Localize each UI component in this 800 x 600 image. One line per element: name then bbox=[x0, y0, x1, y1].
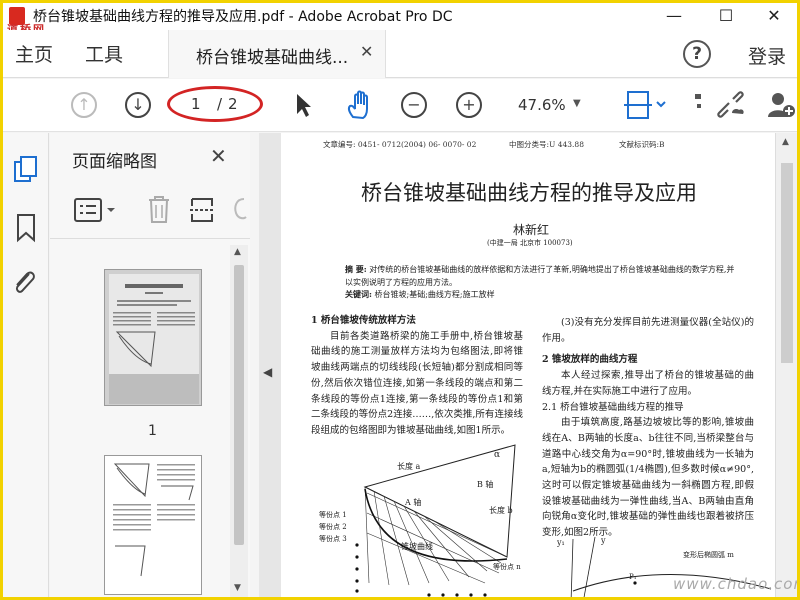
window-title: 桥台锥坡基础曲线方程的推导及应用.pdf - Adobe Acrobat Pro… bbox=[33, 9, 453, 25]
fig1-div-3: 等份点 3 bbox=[319, 534, 347, 543]
subsection-heading: 2.1 桥台锥坡基础曲线方程的推导 bbox=[542, 401, 684, 413]
page-thumbnail-2[interactable] bbox=[104, 455, 202, 595]
paragraph: 本人经过探索,推导出了桥台的锥坡基础的曲线方程,并在实际施工中进行了应用。 bbox=[542, 370, 754, 397]
thumbnail-scroll-thumb[interactable] bbox=[234, 265, 244, 545]
document-abstract: 摘 要: 对传统的桥台锥坡基础曲线的放样依据和方法进行了革新,明确地提出了桥台锥… bbox=[345, 263, 735, 289]
add-user-icon[interactable] bbox=[767, 91, 797, 119]
fig1-curve-label: 锥坡曲线 bbox=[401, 541, 433, 551]
right-column: (3)没有充分发挥目前先进测量仪器(全站仪)的作用。 2 锥坡放样的曲线方程 本… bbox=[542, 315, 754, 541]
section-heading: 1 桥台锥坡传统放样方法 bbox=[311, 315, 416, 326]
thumbnail-panel: 页面缩略图 ✕ 1 ▲ ▼ bbox=[50, 133, 250, 597]
paragraph: 目前各类道路桥梁的施工手册中,桥台锥坡基础曲线的施工测量放样方法均为包络图法,即… bbox=[311, 330, 523, 436]
paragraph: 由于填筑高度,路基边坡坡比等的影响,锥坡曲线在A、B两轴的长度a、b往往不同,当… bbox=[542, 417, 754, 539]
title-bar: 桥台锥坡基础曲线方程的推导及应用.pdf - Adobe Acrobat Pro… bbox=[3, 3, 797, 36]
watermark-url: www.chdao.com bbox=[673, 575, 800, 593]
prev-page-icon[interactable]: ↑ bbox=[71, 92, 97, 118]
thumbnail-scrollbar[interactable]: ▲ ▼ bbox=[230, 245, 248, 597]
maximize-button[interactable]: ☐ bbox=[703, 3, 749, 30]
hand-icon[interactable] bbox=[345, 90, 373, 120]
document-keywords: 关键词: 桥台锥坡;基础;曲线方程;施工放样 bbox=[345, 289, 495, 300]
zoom-in-icon[interactable]: + bbox=[456, 92, 482, 118]
app-window: 桥台锥坡基础曲线方程的推导及应用.pdf - Adobe Acrobat Pro… bbox=[0, 0, 800, 600]
thumbnail-list: 1 bbox=[50, 245, 228, 595]
fig2-y1: y₁ bbox=[556, 538, 565, 547]
fig2-y: y bbox=[600, 536, 606, 545]
toolbar: ↑ ↓ 1 / 2 − + 47.6% ▼ bbox=[3, 79, 797, 132]
meta-article-number: 文章编号: 0451- 0712(2004) 06- 0070- 02 bbox=[323, 140, 477, 149]
select-arrow-icon[interactable] bbox=[293, 92, 313, 118]
section-heading: 2 锥坡放样的曲线方程 bbox=[542, 354, 638, 366]
left-rail bbox=[3, 133, 49, 597]
fig1-div-1: 等份点 1 bbox=[319, 510, 347, 519]
link-icon[interactable] bbox=[715, 91, 745, 119]
attachment-icon[interactable] bbox=[11, 268, 39, 298]
red-highlight-ellipse bbox=[167, 86, 263, 122]
fig1-length-b: 长度 b bbox=[489, 505, 513, 515]
page-thumbnail-1[interactable] bbox=[104, 269, 202, 406]
login-button[interactable]: 登录 bbox=[748, 42, 786, 69]
menu-bar: 主页 工具 桥台锥坡基础曲线... ✕ ? 登录 bbox=[3, 30, 797, 78]
fig1-length-a: 长度 a bbox=[397, 461, 421, 471]
fig2-p1: P₁ bbox=[629, 573, 637, 581]
document-scrollbar[interactable]: ▲ bbox=[775, 133, 797, 597]
paragraph: (3)没有充分发挥目前先进测量仪器(全站仪)的作用。 bbox=[542, 317, 754, 344]
tab-document[interactable]: 桥台锥坡基础曲线... ✕ bbox=[168, 30, 386, 78]
keywords-label: 关键词: bbox=[345, 289, 372, 299]
collapse-arrow-icon[interactable]: ◀ bbox=[263, 365, 272, 379]
fig1-div-n: 等份点 n bbox=[493, 562, 521, 571]
help-icon[interactable]: ? bbox=[683, 40, 711, 68]
close-window-button[interactable]: ✕ bbox=[751, 3, 797, 30]
fig2-ellipse-label: 变形后椭圆弧 m bbox=[683, 550, 734, 559]
document-affiliation: (中建一局 北京市 100073) bbox=[487, 239, 573, 247]
trash-icon[interactable] bbox=[146, 195, 172, 225]
document-title: 桥台锥坡基础曲线方程的推导及应用 bbox=[361, 181, 697, 205]
thumbnail-label-1: 1 bbox=[148, 423, 157, 439]
left-column: 1 桥台锥坡传统放样方法 目前各类道路桥梁的施工手册中,桥台锥坡基础曲线的施工测… bbox=[311, 313, 523, 439]
zoom-level[interactable]: 47.6% bbox=[518, 96, 566, 114]
tab-home[interactable]: 主页 bbox=[15, 40, 53, 67]
panel-collapse-strip[interactable]: ◀ bbox=[259, 133, 281, 597]
meta-class-number: 中图分类号:U 443.88 bbox=[509, 140, 584, 149]
close-panel-button[interactable]: ✕ bbox=[210, 144, 227, 168]
document-tab-label: 桥台锥坡基础曲线... bbox=[196, 48, 349, 68]
panel-title: 页面缩略图 bbox=[72, 152, 157, 172]
figure-1-envelope-diagram: 长度 a α B 轴 A 轴 长度 b 等份点 1 等份点 2 等份点 3 锥坡… bbox=[319, 444, 521, 597]
page-thumbnails-icon[interactable] bbox=[13, 155, 39, 185]
minimize-button[interactable]: — bbox=[651, 3, 697, 30]
fig1-div-2: 等份点 2 bbox=[319, 522, 347, 531]
close-tab-button[interactable]: ✕ bbox=[360, 42, 373, 61]
keywords-text: 桥台锥坡;基础;曲线方程;施工放样 bbox=[374, 290, 495, 299]
bookmark-icon[interactable] bbox=[15, 213, 37, 243]
rotate-icon[interactable] bbox=[230, 195, 250, 225]
zoom-out-icon[interactable]: − bbox=[401, 92, 427, 118]
abstract-text: 对传统的桥台锥坡基础曲线的放样依据和方法进行了革新,明确地提出了桥台锥坡基础曲线… bbox=[345, 265, 735, 287]
thumbnail-options-icon[interactable] bbox=[74, 197, 118, 223]
insert-page-icon[interactable] bbox=[190, 195, 218, 225]
page-fit-icon[interactable] bbox=[623, 89, 667, 121]
comment-icon[interactable] bbox=[693, 92, 705, 114]
panel-toolbar bbox=[50, 183, 250, 239]
next-page-icon[interactable]: ↓ bbox=[125, 92, 151, 118]
meta-doc-code: 文献标识码:B bbox=[619, 140, 665, 149]
abstract-label: 摘 要: bbox=[345, 264, 367, 274]
document-scroll-thumb[interactable] bbox=[781, 163, 793, 363]
fig1-axis-b: B 轴 bbox=[477, 479, 493, 489]
tab-tools[interactable]: 工具 bbox=[85, 40, 123, 67]
document-author: 林新红 bbox=[513, 223, 550, 237]
fig1-alpha: α bbox=[494, 450, 500, 460]
document-view: 文章编号: 0451- 0712(2004) 06- 0070- 02 中图分类… bbox=[281, 133, 775, 597]
fig1-axis-a: A 轴 bbox=[404, 497, 421, 507]
zoom-dropdown-icon[interactable]: ▼ bbox=[573, 98, 581, 109]
